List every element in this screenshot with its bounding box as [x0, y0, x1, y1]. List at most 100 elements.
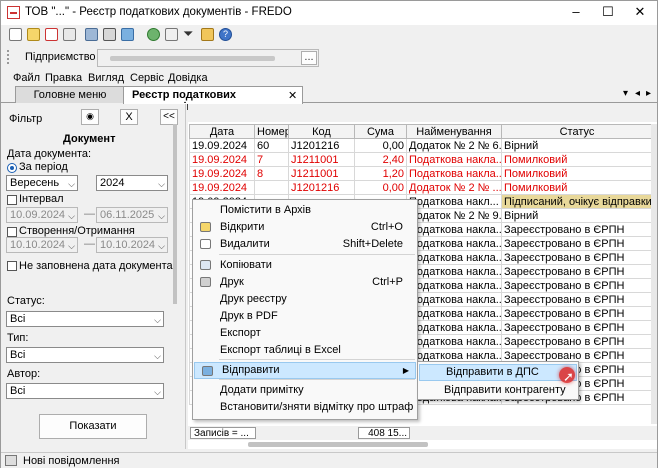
tab-menu-icon[interactable]: ▾ — [623, 88, 628, 99]
filter-icon[interactable]: ⏷ — [183, 27, 196, 41]
send-to-tax-service[interactable]: Відправити в ДПС — [419, 364, 577, 381]
tab-left-icon[interactable]: ◂ — [635, 88, 640, 99]
table-row[interactable]: 19.09.2024 60 J1201216 0,00 Додаток № 2 № 6.… — [189, 138, 653, 153]
settings-icon[interactable] — [201, 28, 214, 41]
cell-status: Зареєстровано в ЄРПН — [501, 222, 653, 237]
col-sum[interactable]: Сума — [354, 124, 407, 139]
date-to-field[interactable]: 06.11.2025 ⌵ — [96, 207, 168, 223]
table-row[interactable]: 19.09.2024 8 J1211001 1,20 Податкова накла..… — [189, 166, 653, 181]
toolbar: ⏷ ? — [1, 25, 657, 45]
col-status[interactable]: Статус — [501, 124, 653, 139]
col-date[interactable]: Дата — [189, 124, 255, 139]
tab-home[interactable]: Головне меню — [15, 86, 125, 103]
cell-number — [254, 180, 289, 195]
refresh-icon[interactable] — [147, 28, 160, 41]
panel-scrollbar[interactable] — [173, 124, 177, 304]
col-number[interactable]: Номер — [254, 124, 289, 139]
empty-date-checkbox[interactable] — [7, 261, 17, 271]
menu-view[interactable]: Вигляд — [88, 72, 124, 84]
chevron-down-icon: ⌵ — [68, 179, 75, 189]
tab-close-icon[interactable]: ✕ — [288, 89, 297, 102]
save-icon[interactable] — [85, 28, 98, 41]
menu-item-0[interactable]: Помістити в Архів — [193, 202, 417, 219]
type-select[interactable]: Всі ⌵ — [6, 347, 164, 363]
tab-right-icon[interactable]: ▸ — [646, 88, 651, 99]
col-code[interactable]: Код — [288, 124, 355, 139]
notifications-label[interactable]: Нові повідомлення — [23, 455, 120, 467]
cell-date: 19.09.2024 — [189, 166, 255, 181]
menu-item-11[interactable]: Встановити/зняти відмітку про штраф — [193, 399, 417, 416]
grid-vscrollbar[interactable] — [651, 124, 657, 424]
menu-item-5[interactable]: Друк реєстру — [193, 291, 417, 308]
screen-icon[interactable] — [121, 28, 134, 41]
cell-status: Зареєстровано в ЄРПН — [501, 306, 653, 321]
menu-item-8[interactable]: Експорт таблиці в Excel — [193, 342, 417, 359]
menu-item-shortcut: Ctrl+O — [370, 221, 403, 233]
menu-item-10[interactable]: Додати примітку — [193, 382, 417, 399]
chevron-down-icon: ⌵ — [154, 351, 161, 361]
menu-item-7[interactable]: Експорт — [193, 325, 417, 342]
print-icon[interactable] — [103, 28, 116, 41]
date-from-field[interactable]: 10.09.2024 ⌵ — [6, 207, 78, 223]
filter-panel: Фільтр ◉ X << Документ Дата документа: З… — [1, 104, 186, 449]
menu-item-4[interactable]: Друк Ctrl+P — [193, 274, 417, 291]
cell-name: Податкова накла... — [406, 152, 502, 167]
menu-edit[interactable]: Правка — [45, 72, 82, 84]
tab-registry[interactable]: Реєстр податкових документів ✕ — [123, 86, 303, 113]
cursor-icon: ➚ — [563, 369, 574, 384]
menu-separator — [219, 254, 415, 255]
period-radio[interactable] — [7, 163, 17, 173]
filter-settings-button[interactable]: ◉ — [81, 109, 99, 125]
menu-item-label: Друк в PDF — [220, 310, 278, 322]
menu-file[interactable]: Файл — [13, 72, 40, 84]
cell-name: Додаток № 2 № 9... — [406, 208, 502, 223]
author-select[interactable]: Всі ⌵ — [6, 383, 164, 399]
menu-item-label: Експорт — [220, 327, 261, 339]
menu-item-3[interactable]: Копіювати — [193, 257, 417, 274]
cdate-to-field[interactable]: 10.10.2024 ⌵ — [96, 237, 168, 253]
cell-code: J1211001 — [288, 166, 355, 181]
delete-icon[interactable] — [45, 28, 58, 41]
interval-checkbox[interactable] — [7, 195, 17, 205]
empty-date-label: Не заповнена дата документа — [19, 260, 173, 272]
menu-service[interactable]: Сервіс — [130, 72, 164, 84]
table-row[interactable]: 19.09.2024 7 J1211001 2,40 Податкова накла..… — [189, 152, 653, 167]
copy-icon[interactable] — [63, 28, 76, 41]
menu-help[interactable]: Довідка — [168, 72, 208, 84]
month-select[interactable]: Вересень ⌵ — [6, 175, 78, 191]
filter-clear-button[interactable]: X — [120, 109, 138, 125]
cell-status: Помилковий — [501, 166, 653, 181]
menu-item-6[interactable]: Друк в PDF — [193, 308, 417, 325]
edit-icon[interactable] — [27, 28, 40, 41]
grid-hscrollbar[interactable] — [248, 442, 428, 447]
link-icon[interactable] — [165, 28, 178, 41]
show-button[interactable]: Показати — [39, 414, 147, 439]
close-button[interactable]: ✕ — [625, 1, 655, 25]
creation-checkbox[interactable] — [7, 227, 17, 237]
cell-status: Зареєстровано в ЄРПН — [501, 292, 653, 307]
cdate-from-field[interactable]: 10.10.2024 ⌵ — [6, 237, 78, 253]
status-select[interactable]: Всі ⌵ — [6, 311, 164, 327]
author-value: Всі — [10, 385, 26, 397]
menu-item-2[interactable]: Видалити Shift+Delete — [193, 236, 417, 253]
total-sum: 408 15... — [358, 427, 410, 439]
year-select[interactable]: 2024 ⌵ — [96, 175, 168, 191]
company-field[interactable]: ... — [97, 49, 319, 67]
new-document-icon[interactable] — [9, 28, 22, 41]
print-icon — [200, 277, 211, 287]
menu-item-label: Друк реєстру — [220, 293, 287, 305]
menu-item-1[interactable]: Відкрити Ctrl+O — [193, 219, 417, 236]
minimize-button[interactable]: – — [561, 1, 591, 25]
cell-name: Податкова накла... — [406, 334, 502, 349]
menu-item-9[interactable]: Відправити ▶ — [194, 362, 416, 379]
send-to-counterparty[interactable]: Відправити контрагенту — [418, 382, 576, 399]
help-icon[interactable]: ? — [219, 28, 232, 41]
maximize-button[interactable]: ☐ — [593, 1, 623, 25]
filter-collapse-button[interactable]: << — [160, 109, 178, 125]
table-row[interactable]: 19.09.2024 J1201216 0,00 Додаток № 2 № ... П… — [189, 180, 653, 195]
col-name[interactable]: Найменування — [406, 124, 502, 139]
window-title: ТОВ "..." - Реєстр податкових документів… — [25, 6, 292, 18]
cell-code: J1211001 — [288, 152, 355, 167]
company-browse-button[interactable]: ... — [301, 51, 317, 65]
company-row: Підприємство ... — [1, 47, 657, 69]
